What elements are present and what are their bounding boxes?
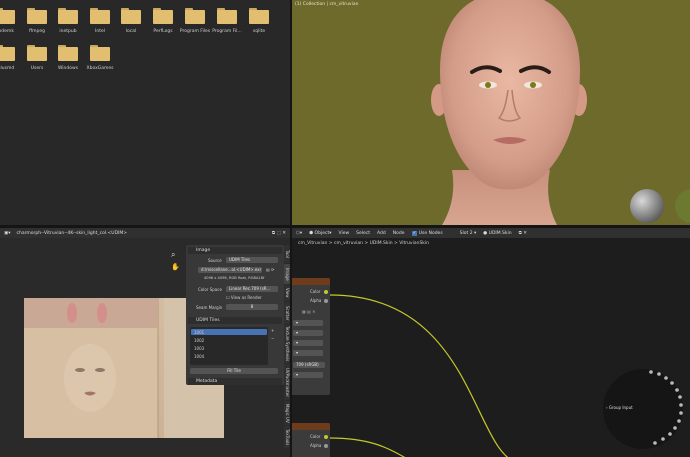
object-mode-dropdown[interactable]: ⬢ Object▾ — [309, 231, 331, 236]
folder-icon[interactable] — [121, 8, 141, 24]
folder-icon[interactable] — [185, 8, 205, 24]
tab-image[interactable]: Image — [284, 264, 290, 284]
filepath-field[interactable]: d:\miscellane...ol.<UDIM>.exr — [198, 267, 262, 273]
udim-tile-item[interactable]: 1001 — [194, 330, 204, 335]
udim-tile-item[interactable]: 1003 — [194, 346, 204, 351]
folder-icon[interactable] — [90, 8, 110, 24]
image-browse-icons[interactable]: ⧉ ⬚ ✕ — [272, 230, 286, 236]
image-name[interactable]: charmorph--Vitruvian--4K--skin_light_col… — [17, 231, 128, 236]
node-header[interactable] — [292, 278, 330, 285]
node-dropdown[interactable]: ▾ — [293, 330, 323, 336]
menu-view[interactable]: View — [338, 231, 349, 236]
menu-node[interactable]: Node — [393, 231, 405, 236]
remove-tile-button[interactable]: − — [271, 336, 274, 341]
alpha-output-socket[interactable] — [324, 444, 328, 448]
folder-icon[interactable] — [27, 45, 47, 61]
node-dropdown[interactable]: ▾ — [293, 340, 323, 346]
zoom-icon[interactable]: ⌕ — [171, 250, 175, 260]
node-dropdown[interactable]: ▾ — [293, 372, 323, 378]
menu-select[interactable]: Select — [356, 231, 370, 236]
color-output-socket[interactable] — [324, 290, 328, 294]
folder-icon[interactable] — [90, 45, 110, 61]
folder-label[interactable]: sqlite — [239, 29, 279, 34]
slot-dropdown[interactable]: Slot 2 ▾ — [460, 231, 477, 236]
tab-uvpackmaster[interactable]: UVPackmaster — [284, 364, 290, 400]
editor-type-icon[interactable]: ⬡▾ — [296, 231, 302, 236]
node-editor-header: ⬡▾ ⬢ Object▾ View Select Add Node ✓ Use … — [292, 228, 690, 238]
folder-icon[interactable] — [27, 8, 47, 24]
color-space-label: Color Space — [198, 287, 222, 292]
image-editor-header: ▣▾ charmorph--Vitruvian--4K--skin_light_… — [0, 228, 290, 238]
metadata-header[interactable]: Metadata — [188, 378, 282, 385]
node-output-label: Alpha — [310, 443, 322, 448]
tab-view[interactable]: View — [284, 285, 290, 301]
folder-label[interactable]: XboxGames — [80, 66, 120, 71]
editor-type-icon[interactable]: ▣▾ — [4, 231, 11, 236]
alpha-output-socket[interactable] — [324, 299, 328, 303]
fill-tile-button[interactable]: Fill Tile — [190, 368, 278, 374]
colorspace-dropdown[interactable]: 709 (sRGB) — [293, 362, 325, 368]
menu-add[interactable]: Add — [377, 231, 386, 236]
image-texture-node[interactable]: Color Alpha ▦ ▤ ✕ ▾ ▾ ▾ ▾ 709 (sRGB) ▾ — [292, 278, 330, 395]
use-nodes-checkbox[interactable]: ✓ Use Nodes — [411, 230, 443, 236]
tab-magic-uv[interactable]: Magic UV — [284, 401, 290, 425]
node-icons[interactable]: ▦ ▤ ✕ — [302, 309, 315, 314]
seam-margin-field[interactable]: 8 — [226, 304, 278, 310]
color-space-dropdown[interactable]: Linear Rec.709 (sR... — [226, 286, 278, 292]
folder-icon[interactable]: ▤ ⟳ — [266, 267, 274, 272]
tab-tool[interactable]: Tool — [284, 245, 290, 263]
seam-margin-label: Seam Margin — [196, 305, 223, 310]
udim-tiles-header[interactable]: UDIM Tiles — [188, 317, 282, 324]
image-texture-node[interactable]: Color Alpha — [292, 423, 330, 457]
image-sidebar-panel: Image Source UDIM Tiles d:\miscellane...… — [186, 245, 284, 385]
node-output-label: Alpha — [310, 298, 322, 303]
folder-icon[interactable] — [153, 8, 173, 24]
material-icons[interactable]: ⧉ ✕ — [519, 230, 527, 236]
node-dropdown[interactable]: ▾ — [293, 350, 323, 356]
color-output-socket[interactable] — [324, 435, 328, 439]
hand-icon[interactable]: ✋ — [171, 263, 180, 271]
folder-icon[interactable] — [58, 45, 78, 61]
source-dropdown[interactable]: UDIM Tiles — [226, 257, 278, 263]
node-output-label: Color — [310, 289, 321, 294]
udim-tile-item[interactable]: 1004 — [194, 354, 204, 359]
view-as-render-checkbox[interactable]: ☐ View as Render — [226, 295, 262, 300]
folder-icon[interactable] — [0, 8, 15, 24]
file-browser: codemk ffmpeg inetpub Intel local PerfLo… — [0, 0, 290, 225]
source-label: Source — [208, 258, 222, 263]
udim-tile-list[interactable]: 1001 1002 1003 1004 — [190, 327, 268, 365]
tab-textools[interactable]: TexTools — [284, 426, 290, 448]
3d-viewport[interactable]: (1) Collection | cm_vitruvian — [292, 0, 690, 225]
node-editor-canvas[interactable]: cm_Vitruvian > cm_vitruvian > UDIM.Skin … — [292, 238, 690, 457]
tab-texture-synthesis[interactable]: Texture Synthesis — [284, 325, 290, 363]
node-header[interactable] — [292, 423, 330, 430]
node-dropdown[interactable]: ▾ — [293, 320, 323, 326]
node-output-label: Color — [310, 434, 321, 439]
image-panel-header[interactable]: Image — [188, 247, 282, 254]
folder-icon[interactable] — [58, 8, 78, 24]
add-tile-button[interactable]: + — [271, 328, 274, 333]
image-info-text: 4096 x 4096, RGB float, RGBA16f — [204, 276, 265, 280]
folder-icon[interactable] — [217, 8, 237, 24]
tab-scatter[interactable]: Scatter — [284, 302, 290, 324]
folder-icon[interactable] — [0, 45, 15, 61]
group-input-label[interactable]: › Group Input — [606, 405, 633, 410]
head-render-image — [431, 0, 690, 225]
udim-tile-item[interactable]: 1002 — [194, 338, 204, 343]
material-dropdown[interactable]: ● UDIM.Skin — [483, 231, 511, 236]
folder-icon[interactable] — [249, 8, 269, 24]
